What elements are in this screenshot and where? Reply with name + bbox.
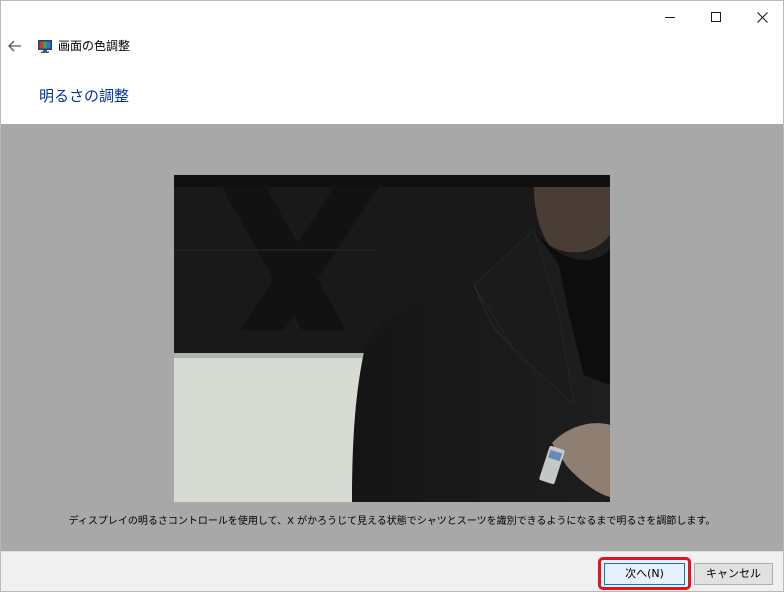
- next-button[interactable]: 次へ(N): [604, 563, 685, 585]
- back-button[interactable]: [5, 35, 25, 57]
- app-title: 画面の色調整: [58, 39, 131, 53]
- minimize-button[interactable]: [647, 1, 693, 33]
- close-icon: [756, 11, 768, 23]
- close-button[interactable]: [739, 1, 784, 33]
- instruction-text: ディスプレイの明るさコントロールを使用して、X がかろうじて見える状態でシャツと…: [68, 516, 716, 527]
- calibration-content-area: ディスプレイの明るさコントロールを使用して、X がかろうじて見える状態でシャツと…: [1, 124, 783, 551]
- color-calibration-window: 画面の色調整 明るさの調整 ディスプレイの明るさコントロールを使用して、X がか…: [0, 0, 784, 592]
- calibration-reference-image: [174, 175, 610, 502]
- maximize-icon: [711, 12, 721, 22]
- page-heading: 明るさの調整: [39, 87, 130, 105]
- maximize-button[interactable]: [693, 1, 739, 33]
- display-color-icon: [38, 40, 52, 53]
- cancel-button[interactable]: キャンセル: [694, 563, 773, 585]
- minimize-icon: [665, 16, 675, 18]
- title-bar: [1, 1, 783, 33]
- arrow-left-icon: [8, 40, 21, 52]
- dialog-footer: 次へ(N) キャンセル: [1, 551, 783, 591]
